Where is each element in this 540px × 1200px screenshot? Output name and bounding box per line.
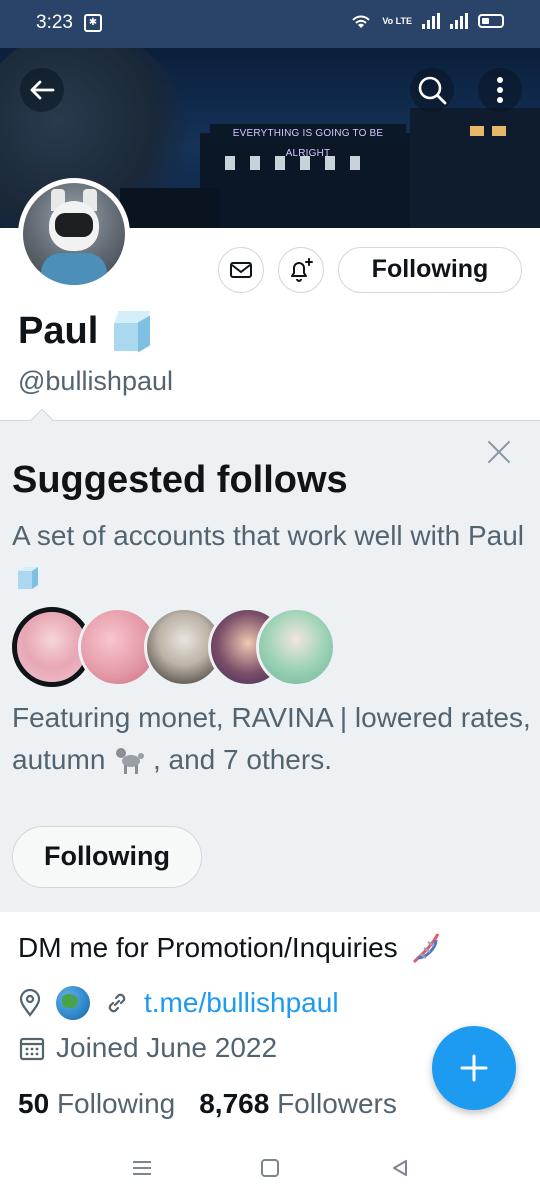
system-nav-bar [0, 1136, 540, 1200]
following-count: 50 [18, 1088, 50, 1119]
banner-window [300, 156, 310, 170]
wifi-icon [352, 15, 371, 28]
banner-window [325, 156, 335, 170]
suggested-follows-description: A set of accounts that work well with Pa… [12, 515, 532, 599]
profile-name-row: Paul [18, 310, 154, 353]
triangle-back-icon [393, 1160, 407, 1176]
avatar-image [23, 183, 125, 285]
ice-cube-icon [18, 567, 38, 589]
more-vertical-icon [497, 77, 503, 103]
square-icon [261, 1159, 279, 1177]
menu-lines-icon [133, 1161, 151, 1175]
home-button[interactable] [256, 1154, 284, 1182]
suggested-follows-title: Suggested follows [12, 459, 348, 501]
signal-icon [450, 13, 468, 29]
avatar-mask [55, 213, 93, 237]
profile-avatar[interactable] [18, 178, 130, 290]
globe-icon [56, 986, 90, 1020]
more-options-button[interactable] [478, 68, 522, 112]
banner-window [470, 126, 484, 136]
profile-stats: 50 Following 8,768 Followers [18, 1088, 397, 1120]
banner-window [250, 156, 260, 170]
following-stat[interactable]: 50 Following [18, 1088, 175, 1120]
avatar-body [41, 253, 107, 285]
close-icon[interactable] [484, 437, 514, 467]
followers-label: Followers [277, 1088, 397, 1119]
suggested-follows-featuring: Featuring monet, RAVINA | lowered rates,… [12, 697, 532, 781]
suggested-avatars[interactable] [12, 607, 336, 687]
signal-icon [422, 13, 440, 29]
followers-count: 8,768 [199, 1088, 270, 1119]
arrow-left-icon [30, 80, 55, 100]
suggested-following-button[interactable]: Following [12, 826, 202, 888]
display-name: Paul [18, 310, 99, 352]
search-icon [418, 76, 447, 105]
search-button[interactable] [410, 68, 454, 112]
profile-bio: DM me for Promotion/Inquiries [18, 930, 444, 966]
banner-building [120, 188, 220, 228]
profile-meta-joined: Joined June 2022 [18, 1032, 277, 1064]
status-bar: 3:23 ✱ Vo LTE [0, 0, 540, 48]
bell-plus-icon [291, 258, 313, 282]
profile-link[interactable]: t.me/bullishpaul [144, 987, 339, 1019]
calendar-icon [19, 1037, 45, 1061]
notifications-button[interactable] [278, 247, 324, 293]
battery-icon [478, 14, 504, 28]
poodle-icon [116, 748, 145, 774]
location-pin-icon [19, 989, 41, 1017]
banner-neon-sign: EVERYTHING IS GOING TO BE ALRIGHT [210, 124, 406, 159]
status-time: 3:23 [36, 12, 73, 33]
dna-icon [412, 933, 439, 964]
envelope-icon [230, 262, 252, 278]
profile-meta-location-link: t.me/bullishpaul [18, 986, 339, 1020]
ice-cube-icon [110, 310, 154, 353]
banner-window [350, 156, 360, 170]
featuring-text: , and 7 others. [152, 744, 332, 775]
status-icons: Vo LTE [350, 12, 504, 30]
app-notification-icon: ✱ [84, 14, 102, 32]
suggested-follows-description-text: A set of accounts that work well with Pa… [12, 520, 525, 551]
followers-stat[interactable]: 8,768 Followers [199, 1088, 397, 1120]
recent-apps-button[interactable] [128, 1154, 156, 1182]
suggested-follows-panel: Suggested follows A set of accounts that… [0, 421, 540, 912]
banner-window [225, 156, 235, 170]
back-button[interactable] [20, 68, 64, 112]
plus-icon [460, 1054, 488, 1082]
link-icon [108, 993, 126, 1013]
following-button[interactable]: Following [338, 247, 522, 293]
banner-window [492, 126, 506, 136]
volte-label: Vo LTE [382, 16, 412, 26]
joined-date: Joined June 2022 [56, 1032, 278, 1063]
suggested-avatar[interactable] [256, 607, 336, 687]
back-nav-button[interactable] [386, 1154, 414, 1182]
profile-handle: @bullishpaul [18, 366, 173, 396]
following-label: Following [56, 1088, 176, 1119]
bio-text: DM me for Promotion/Inquiries [18, 932, 398, 963]
message-button[interactable] [218, 247, 264, 293]
banner-window [275, 156, 285, 170]
compose-button[interactable] [432, 1026, 516, 1110]
